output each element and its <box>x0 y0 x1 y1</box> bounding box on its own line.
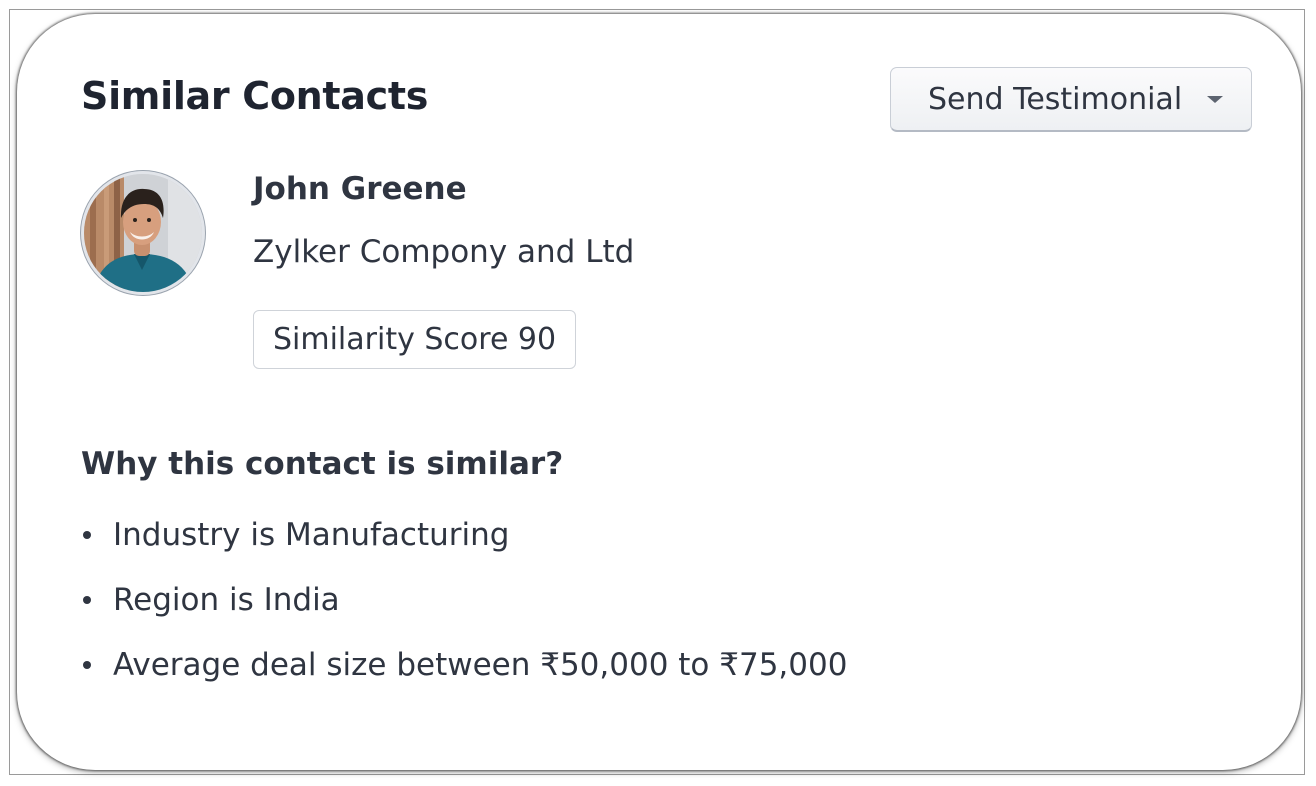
contact-name[interactable]: John Greene <box>253 171 467 207</box>
avatar-photo-icon <box>84 174 202 292</box>
caret-down-icon <box>1207 96 1223 103</box>
card-title: Similar Contacts <box>81 74 429 118</box>
reason-text: Region is India <box>113 582 340 618</box>
reason-text: Average deal size between ₹50,000 to ₹75… <box>113 647 848 683</box>
list-item: Industry is Manufacturing <box>81 510 847 575</box>
bullet-icon <box>83 596 91 604</box>
send-testimonial-label: Send Testimonial <box>928 81 1183 117</box>
bullet-icon <box>83 661 91 669</box>
contact-avatar[interactable] <box>81 171 205 295</box>
similar-contacts-card: Similar Contacts Send Testimonial John G… <box>17 14 1301 770</box>
bullet-icon <box>83 531 91 539</box>
list-item: Average deal size between ₹50,000 to ₹75… <box>81 640 847 705</box>
send-testimonial-dropdown-button[interactable]: Send Testimonial <box>890 67 1252 132</box>
reason-text: Industry is Manufacturing <box>113 517 510 553</box>
similarity-reasons-heading: Why this contact is similar? <box>81 446 564 482</box>
similarity-reasons-list: Industry is Manufacturing Region is Indi… <box>81 510 847 705</box>
contact-company: Zylker Compony and Ltd <box>253 234 635 270</box>
similarity-score-badge: Similarity Score 90 <box>253 310 577 369</box>
list-item: Region is India <box>81 575 847 640</box>
